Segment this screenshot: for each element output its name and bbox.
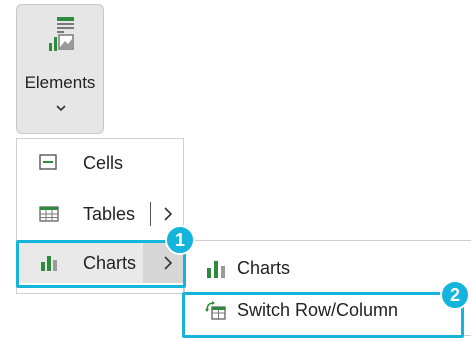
menu-item-label: Tables: [83, 204, 136, 224]
menu-item-tables[interactable]: Tables: [17, 194, 183, 234]
chevron-down-icon: [56, 105, 66, 112]
menu-item-label: Cells: [83, 153, 124, 173]
switch-row-column-highlight-box: [182, 292, 464, 338]
elements-label: Elements: [24, 73, 96, 92]
submenu-item-label: Charts: [237, 258, 291, 278]
callout-badge-2: 2: [440, 280, 470, 310]
callout-badge-1: 1: [165, 225, 195, 255]
elements-ribbon-button[interactable]: Elements: [16, 4, 104, 134]
chevron-right-icon: [164, 207, 173, 221]
charts-highlight-box: [16, 240, 186, 288]
menu-item-cells[interactable]: Cells: [17, 143, 183, 183]
table-icon: [39, 206, 59, 222]
bar-chart-icon: [207, 261, 225, 278]
cells-icon: [39, 154, 57, 170]
elements-icon: [49, 17, 74, 51]
submenu-item-charts[interactable]: Charts: [185, 247, 471, 289]
submenu-separator: [150, 202, 151, 226]
